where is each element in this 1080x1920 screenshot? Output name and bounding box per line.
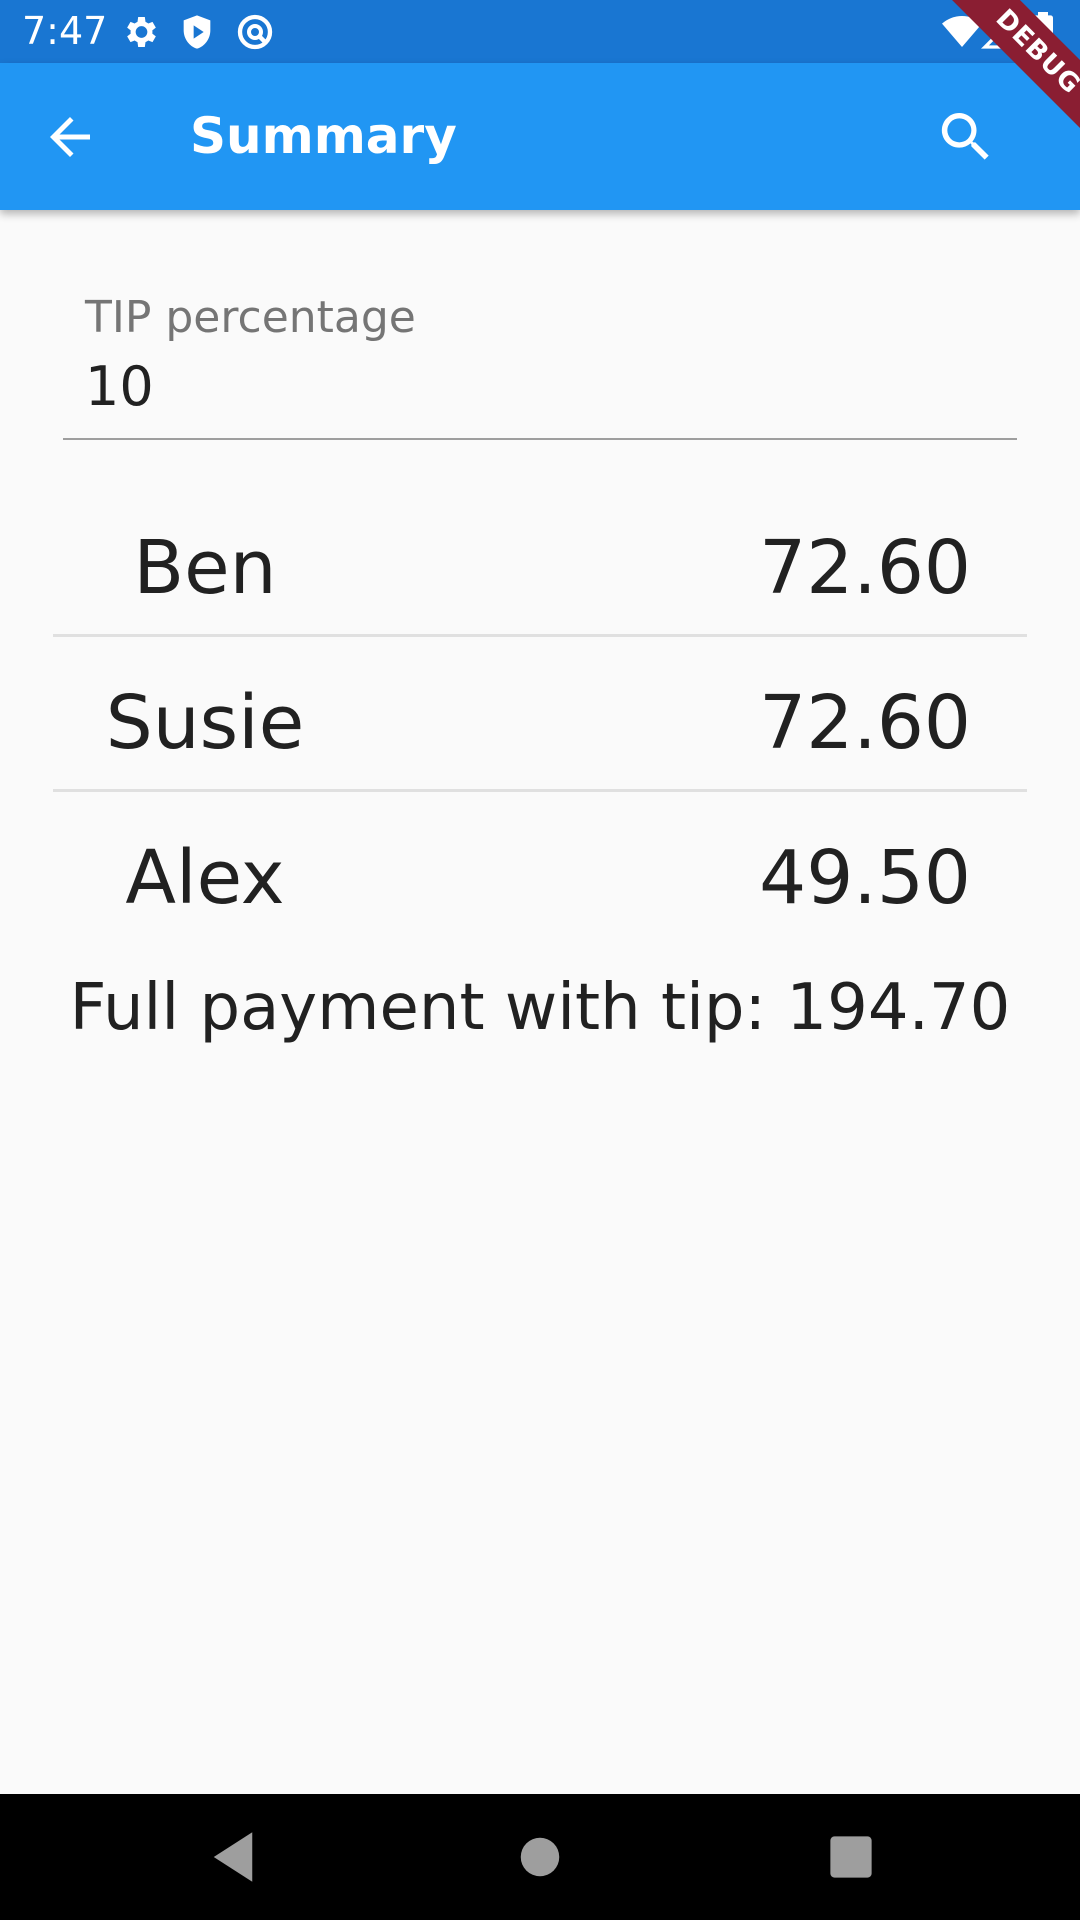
tip-percentage-field[interactable]: TIP percentage 10: [63, 288, 1017, 442]
person-amount: 72.60: [759, 680, 971, 766]
status-time: 7:47: [22, 9, 108, 53]
row-divider: [53, 789, 1027, 792]
person-name: Alex: [125, 835, 285, 921]
arrow-back-icon: [50, 117, 90, 157]
shield-play-icon: [177, 12, 217, 52]
person-name: Ben: [133, 525, 277, 611]
person-row: Ben 72.60: [53, 483, 1027, 637]
tip-percentage-input[interactable]: 10: [85, 354, 154, 420]
tip-percentage-label: TIP percentage: [85, 292, 416, 343]
search-icon: [941, 113, 989, 160]
summary-screen: 7:47 Summary DEBUG TIP percentage 10 Ben…: [0, 0, 1080, 1920]
nav-home-button[interactable]: [507, 1824, 573, 1890]
home-circle-icon: [520, 1837, 560, 1877]
row-divider: [53, 634, 1027, 637]
status-bar: 7:47: [0, 0, 1080, 63]
system-navigation-bar: [0, 1794, 1080, 1920]
person-amount: 72.60: [759, 525, 971, 611]
page-title: Summary: [190, 107, 457, 165]
settings-gear-icon: [120, 12, 160, 52]
back-triangle-icon: [213, 1832, 253, 1882]
person-row: Alex 49.50: [53, 793, 1027, 947]
back-button[interactable]: [40, 107, 100, 167]
circle-at-icon: [235, 12, 275, 52]
person-amount: 49.50: [759, 835, 971, 921]
input-underline: [63, 438, 1017, 440]
total-payment-text: Full payment with tip: 194.70: [69, 971, 1011, 1045]
person-name: Susie: [105, 680, 305, 766]
nav-back-button[interactable]: [200, 1824, 266, 1890]
app-bar: Summary: [0, 63, 1080, 210]
recents-square-icon: [830, 1836, 872, 1878]
search-button[interactable]: [934, 105, 998, 169]
person-row: Susie 72.60: [53, 638, 1027, 792]
nav-recents-button[interactable]: [818, 1824, 884, 1890]
